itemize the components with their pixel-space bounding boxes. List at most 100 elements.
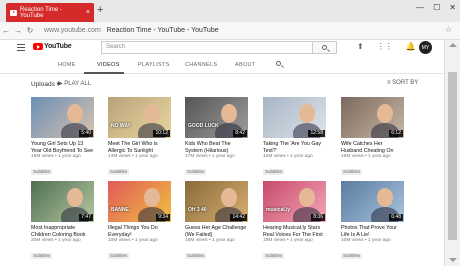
video-duration: 8:36 [311, 214, 325, 221]
youtube-logo-text: YouTube [44, 43, 72, 50]
video-title[interactable]: Wife Catches Her Husband Cheating On Her… [341, 141, 404, 154]
video-card[interactable]: 8:42 GOOD LUCK Kids Who Beat The System (… [185, 97, 248, 178]
forward-icon[interactable]: → [12, 26, 24, 35]
uploads-dropdown[interactable]: Uploads ▾ [31, 80, 60, 88]
scroll-up-icon[interactable] [449, 43, 457, 47]
search-input[interactable]: Search [101, 41, 313, 54]
thumbnail-person [67, 188, 83, 207]
video-card[interactable]: 10:12 NO WAY Meet The Girl Who is Allergi… [108, 97, 171, 178]
subtitles-badge: Subtitles [31, 253, 53, 259]
upload-icon[interactable]: ⬆ [357, 42, 364, 51]
video-meta: 20M views • 1 year ago [31, 238, 81, 243]
subtitles-badge: Subtitles [341, 253, 363, 259]
video-duration: 6:48 [389, 214, 403, 221]
search-icon [322, 45, 327, 50]
video-card[interactable]: 14:42 OH 3 40 Guess Her Age Challenge (We… [185, 181, 248, 262]
video-meta: 15M views • 1 year ago [185, 238, 235, 243]
tab-home[interactable]: HOME [58, 62, 76, 68]
video-duration: 8:42 [233, 130, 247, 137]
browser-tab[interactable]: Reaction Time - YouTube × [6, 3, 94, 22]
video-thumbnail[interactable]: 5:40 [31, 97, 94, 138]
channel-search-button[interactable] [276, 61, 281, 66]
sort-by-label: SORT BY [392, 80, 419, 86]
video-thumbnail[interactable]: 6:12 [341, 97, 404, 138]
video-card[interactable]: 7:47 Most Inappropriate Children Colorin… [31, 181, 94, 262]
video-duration: 5:40 [79, 130, 93, 137]
close-window-icon[interactable]: ✕ [449, 3, 456, 12]
video-thumbnail[interactable]: 7:47 [31, 181, 94, 222]
minimize-icon[interactable]: — [416, 3, 424, 12]
sort-by-button[interactable]: ≡ SORT BY [387, 80, 418, 86]
subtitles-badge: Subtitles [263, 253, 285, 259]
subtitles-badge: Subtitles [341, 169, 363, 175]
video-thumbnail[interactable]: 10:12 NO WAY [108, 97, 171, 138]
masthead-icons: ⬆ ⋮⋮ 🔔 [357, 42, 416, 51]
thumbnail-caption: GOOD LUCK [188, 123, 219, 129]
youtube-masthead: YouTube Search ⬆ ⋮⋮ 🔔 MY [0, 40, 444, 56]
youtube-logo[interactable]: YouTube [33, 43, 72, 50]
notifications-icon[interactable]: 🔔 [406, 42, 416, 51]
tab-close-icon[interactable]: × [86, 9, 90, 16]
video-title[interactable]: Illegal Things You Do Everyday! [108, 225, 171, 238]
video-title[interactable]: Young Girl Sets Up 13 Year Old Boyfriend… [31, 141, 94, 154]
thumbnail-caption: NO WAY [111, 123, 131, 129]
video-meta: 19M views • 1 year ago [263, 238, 313, 243]
play-all-label: PLAY ALL [64, 81, 92, 87]
url-path: Reaction Time - YouTube - YouTube [106, 27, 219, 34]
video-title[interactable]: Photos That Prove Your Life Is A Lie! [341, 225, 404, 238]
maximize-icon[interactable]: ☐ [433, 3, 440, 12]
video-duration: 14:42 [230, 214, 247, 221]
address-bar: ← → ↻ www.youtube.com Reaction Time - Yo… [0, 22, 460, 40]
video-title[interactable]: Guess Her Age Challenge (We Failed) [185, 225, 248, 238]
play-all-button[interactable]: ▶ PLAY ALL [58, 80, 91, 87]
video-card[interactable]: 8:36 musical.ly Hearing Musical.ly Stars … [263, 181, 326, 262]
thumbnail-caption: musical.ly [266, 207, 291, 213]
thumbnail-person [299, 104, 315, 123]
tab-playlists[interactable]: PLAYLISTS [138, 62, 170, 68]
video-card[interactable]: 6:48 Photos That Prove Your Life Is A Li… [341, 181, 404, 262]
video-thumbnail[interactable]: 8:36 musical.ly [263, 181, 326, 222]
channel-search-icon [276, 61, 281, 66]
scroll-down-icon[interactable] [449, 258, 457, 262]
youtube-play-icon [33, 43, 43, 50]
tab-channels[interactable]: CHANNELS [185, 62, 217, 68]
video-card[interactable]: 12:58 Taking The 'Are You Gay Test?' 12M… [263, 97, 326, 178]
video-duration: 12:58 [308, 130, 325, 137]
url-field[interactable]: www.youtube.com Reaction Time - YouTube … [44, 27, 219, 34]
video-thumbnail[interactable]: 8:42 GOOD LUCK [185, 97, 248, 138]
video-card[interactable]: 5:40 Young Girl Sets Up 13 Year Old Boyf… [31, 97, 94, 178]
avatar[interactable]: MY [419, 41, 432, 54]
video-title[interactable]: Kids Who Beat The System (Hilarious) [185, 141, 248, 154]
video-meta: 12M views • 1 year ago [263, 154, 313, 159]
video-card[interactable]: 9:34 BANNE Illegal Things You Do Everyday… [108, 181, 171, 262]
subtitles-badge: Subtitles [108, 253, 130, 259]
menu-icon[interactable] [17, 44, 25, 51]
thumbnail-person [144, 104, 160, 123]
video-thumbnail[interactable]: 14:42 OH 3 40 [185, 181, 248, 222]
back-icon[interactable]: ← [0, 26, 12, 35]
video-thumbnail[interactable]: 9:34 BANNE [108, 181, 171, 222]
tab-videos[interactable]: VIDEOS [97, 62, 120, 68]
reload-icon[interactable]: ↻ [24, 26, 36, 35]
new-tab-button[interactable]: + [97, 4, 103, 16]
tab-about[interactable]: ABOUT [235, 62, 255, 68]
apps-icon[interactable]: ⋮⋮ [377, 42, 393, 51]
thumbnail-person [221, 188, 237, 207]
video-title[interactable]: Hearing Musical.ly Stars Real Voices For… [263, 225, 326, 238]
video-card[interactable]: 6:12 Wife Catches Her Husband Cheating O… [341, 97, 404, 178]
video-duration: 9:34 [156, 214, 170, 221]
bookmark-star-icon[interactable]: ☆ [445, 25, 452, 34]
video-title[interactable]: Meet The Girl Who is Allergic To Sunligh… [108, 141, 171, 154]
video-title[interactable]: Most Inappropriate Children Coloring Boo… [31, 225, 94, 238]
url-domain: www.youtube.com [44, 27, 101, 34]
video-meta: 14M views • 1 year ago [108, 154, 158, 159]
video-thumbnail[interactable]: 12:58 [263, 97, 326, 138]
scroll-thumb[interactable] [448, 72, 457, 240]
video-title[interactable]: Taking The 'Are You Gay Test?' [263, 141, 326, 154]
video-thumbnail[interactable]: 6:48 [341, 181, 404, 222]
channel-tabs: HOME VIDEOS PLAYLISTS CHANNELS ABOUT [0, 56, 444, 74]
video-meta: 16M views • 1 year ago [341, 154, 391, 159]
video-meta: 19M views • 1 year ago [31, 154, 81, 159]
scrollbar[interactable] [444, 40, 460, 266]
search-button[interactable] [313, 41, 337, 54]
